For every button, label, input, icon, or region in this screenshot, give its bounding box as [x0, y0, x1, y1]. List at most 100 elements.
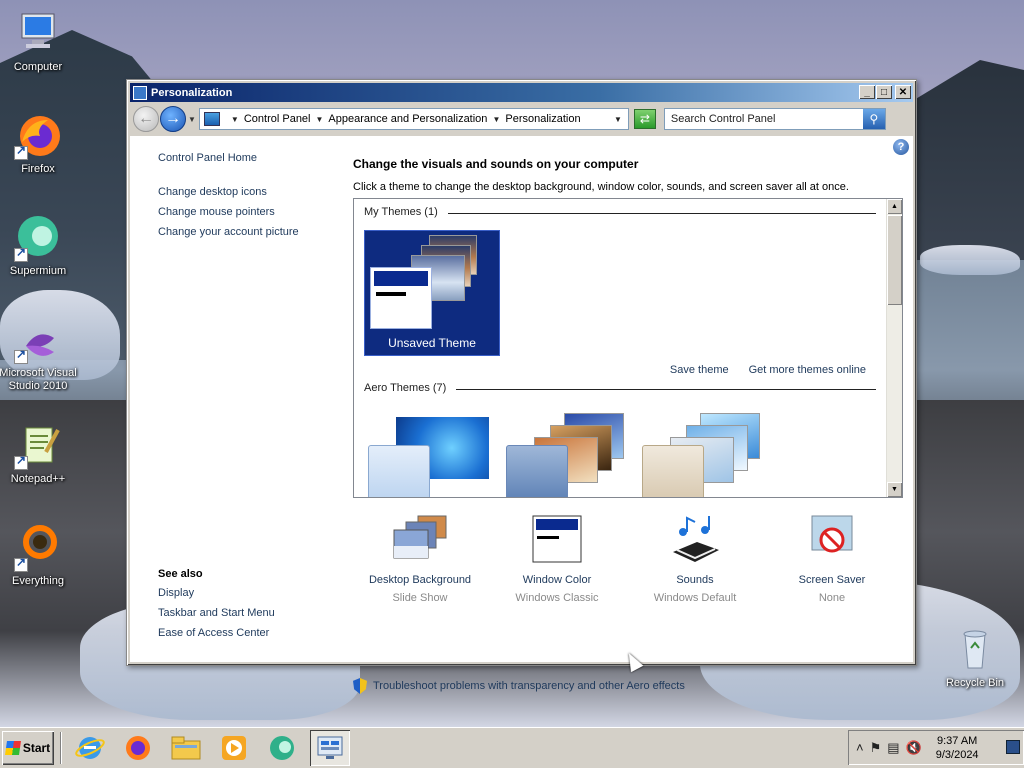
action-center-flag-icon[interactable]: ⚑ — [870, 740, 882, 756]
title-bar[interactable]: Personalization _ □ ✕ — [130, 83, 913, 102]
ice-floe — [920, 245, 1020, 275]
control-panel-home-link[interactable]: Control Panel Home — [158, 152, 338, 164]
taskbar: Start ˄ ⚑ ▤ 🔇 9:37 AM 9/3/2024 — [0, 727, 1024, 768]
address-bar[interactable]: ▼ Control Panel ▼ Appearance and Persona… — [198, 108, 629, 130]
refresh-button[interactable]: ⇄ — [633, 109, 656, 129]
ease-of-access-link[interactable]: Ease of Access Center — [158, 627, 338, 639]
clock[interactable]: 9:37 AM 9/3/2024 — [936, 734, 979, 762]
sounds-icon — [667, 514, 723, 568]
media-player-icon — [222, 735, 246, 760]
desktop-background-item[interactable]: Desktop Background Slide Show — [350, 514, 490, 604]
control-panel-icon — [317, 736, 343, 759]
breadcrumb-personalization[interactable]: Personalization — [505, 113, 580, 125]
change-mouse-pointers-link[interactable]: Change mouse pointers — [158, 206, 338, 218]
scroll-down-icon[interactable]: ▼ — [887, 482, 902, 497]
windows-flag-icon — [4, 740, 21, 755]
aero-theme-windows[interactable] — [366, 411, 491, 497]
desktop-icon-everything[interactable]: Everything — [0, 524, 78, 588]
screen-saver-label[interactable]: Screen Saver — [762, 574, 902, 586]
change-account-picture-link[interactable]: Change your account picture — [158, 226, 338, 238]
desktop-icon-label: Microsoft Visual Studio 2010 — [0, 367, 77, 392]
volume-muted-icon[interactable]: 🔇 — [906, 740, 922, 756]
address-dropdown-icon[interactable]: ▼ — [614, 115, 622, 124]
firefox-icon — [126, 735, 150, 760]
left-pane: Control Panel Home Change desktop icons … — [158, 152, 338, 246]
content-area: ? Control Panel Home Change desktop icon… — [130, 136, 913, 694]
theme-preview-window — [370, 267, 432, 329]
save-theme-link[interactable]: Save theme — [670, 364, 729, 376]
notepadpp-icon — [14, 422, 62, 470]
screen-saver-icon — [804, 514, 860, 568]
glass-window-preview — [368, 445, 430, 497]
search-placeholder: Search Control Panel — [670, 113, 776, 125]
taskbar-media-player[interactable] — [214, 730, 254, 766]
show-hidden-icons-icon[interactable]: ˄ — [856, 740, 864, 755]
sounds-value: Windows Default — [653, 592, 737, 604]
themes-list[interactable]: My Themes (1) Unsaved Theme Save theme G… — [353, 198, 903, 498]
display-link[interactable]: Display — [158, 587, 338, 599]
desktop-icon-recycle-bin[interactable]: Recycle Bin — [935, 626, 1015, 690]
unsaved-theme-tile[interactable]: Unsaved Theme — [364, 230, 500, 356]
search-input[interactable]: Search Control Panel ⚲ — [663, 108, 886, 130]
recent-pages-dropdown-icon[interactable]: ▼ — [188, 115, 196, 124]
window-title: Personalization — [151, 86, 233, 99]
supermium-icon — [270, 735, 294, 760]
show-desktop-button[interactable] — [1006, 740, 1020, 754]
help-icon[interactable]: ? — [893, 139, 909, 155]
sounds-item[interactable]: Sounds Windows Default — [625, 514, 765, 604]
desktop-icon-computer[interactable]: Computer — [0, 10, 78, 74]
desktop-background-icon — [392, 514, 448, 568]
desktop-icon-label: Everything — [12, 575, 64, 587]
file-explorer-icon — [171, 736, 201, 759]
window-color-label[interactable]: Window Color — [487, 574, 627, 586]
system-tray: ˄ ⚑ ▤ 🔇 9:37 AM 9/3/2024 — [848, 730, 1024, 765]
back-button[interactable]: ← — [133, 106, 159, 132]
chevron-right-icon[interactable]: ▼ — [316, 115, 324, 124]
glass-window-preview — [506, 445, 568, 497]
screen-saver-value: None — [818, 592, 846, 604]
taskbar-file-explorer[interactable] — [166, 730, 206, 766]
troubleshoot-link[interactable]: Troubleshoot problems with transparency … — [353, 678, 685, 694]
network-icon[interactable]: ▤ — [887, 740, 899, 756]
troubleshoot-label[interactable]: Troubleshoot problems with transparency … — [373, 680, 685, 692]
desktop-background-value: Slide Show — [392, 592, 448, 604]
breadcrumb-appearance[interactable]: Appearance and Personalization — [328, 113, 487, 125]
scroll-thumb[interactable] — [887, 215, 902, 305]
change-desktop-icons-link[interactable]: Change desktop icons — [158, 186, 338, 198]
screen-saver-item[interactable]: Screen Saver None — [762, 514, 902, 604]
maximize-button[interactable]: □ — [876, 85, 892, 99]
forward-button[interactable]: → — [160, 106, 186, 132]
aero-theme-characters[interactable] — [640, 411, 765, 497]
close-button[interactable]: ✕ — [895, 85, 911, 99]
scroll-up-icon[interactable]: ▲ — [887, 199, 902, 214]
taskbar-control-panel[interactable] — [310, 729, 350, 766]
taskbar-start-menu-link[interactable]: Taskbar and Start Menu — [158, 607, 338, 619]
personalization-window[interactable]: Personalization _ □ ✕ ← → ▼ ▼ Control Pa… — [126, 79, 917, 694]
desktop-background-label[interactable]: Desktop Background — [350, 574, 490, 586]
desktop-icon-label: Computer — [13, 61, 63, 73]
start-label: Start — [22, 740, 51, 755]
firefox-icon — [14, 112, 62, 160]
desktop-icon-visual-studio[interactable]: Microsoft Visual Studio 2010 — [0, 326, 78, 393]
group-divider — [456, 389, 876, 390]
desktop-icon-notepadpp[interactable]: Notepad++ — [0, 422, 78, 486]
theme-links: Save theme Get more themes online — [670, 364, 866, 376]
aero-theme-architecture[interactable] — [504, 411, 629, 497]
unsaved-theme-label: Unsaved Theme — [388, 336, 476, 350]
breadcrumb-control-panel[interactable]: Control Panel — [244, 113, 311, 125]
window-color-item[interactable]: Window Color Windows Classic — [487, 514, 627, 604]
get-more-themes-link[interactable]: Get more themes online — [749, 364, 866, 376]
taskbar-supermium[interactable] — [262, 730, 302, 766]
minimize-button[interactable]: _ — [859, 85, 875, 99]
themes-scrollbar[interactable]: ▲ ▼ — [886, 199, 902, 497]
chevron-right-icon[interactable]: ▼ — [231, 115, 239, 124]
start-button[interactable]: Start — [2, 730, 54, 765]
desktop-icon-firefox[interactable]: Firefox — [0, 112, 78, 176]
sounds-label[interactable]: Sounds — [625, 574, 765, 586]
taskbar-internet-explorer[interactable] — [70, 730, 110, 766]
aero-themes-heading: Aero Themes (7) — [364, 382, 447, 394]
chevron-right-icon[interactable]: ▼ — [492, 115, 500, 124]
taskbar-firefox[interactable] — [118, 730, 158, 766]
search-icon[interactable]: ⚲ — [862, 109, 885, 129]
desktop-icon-supermium[interactable]: Supermium — [0, 214, 78, 278]
